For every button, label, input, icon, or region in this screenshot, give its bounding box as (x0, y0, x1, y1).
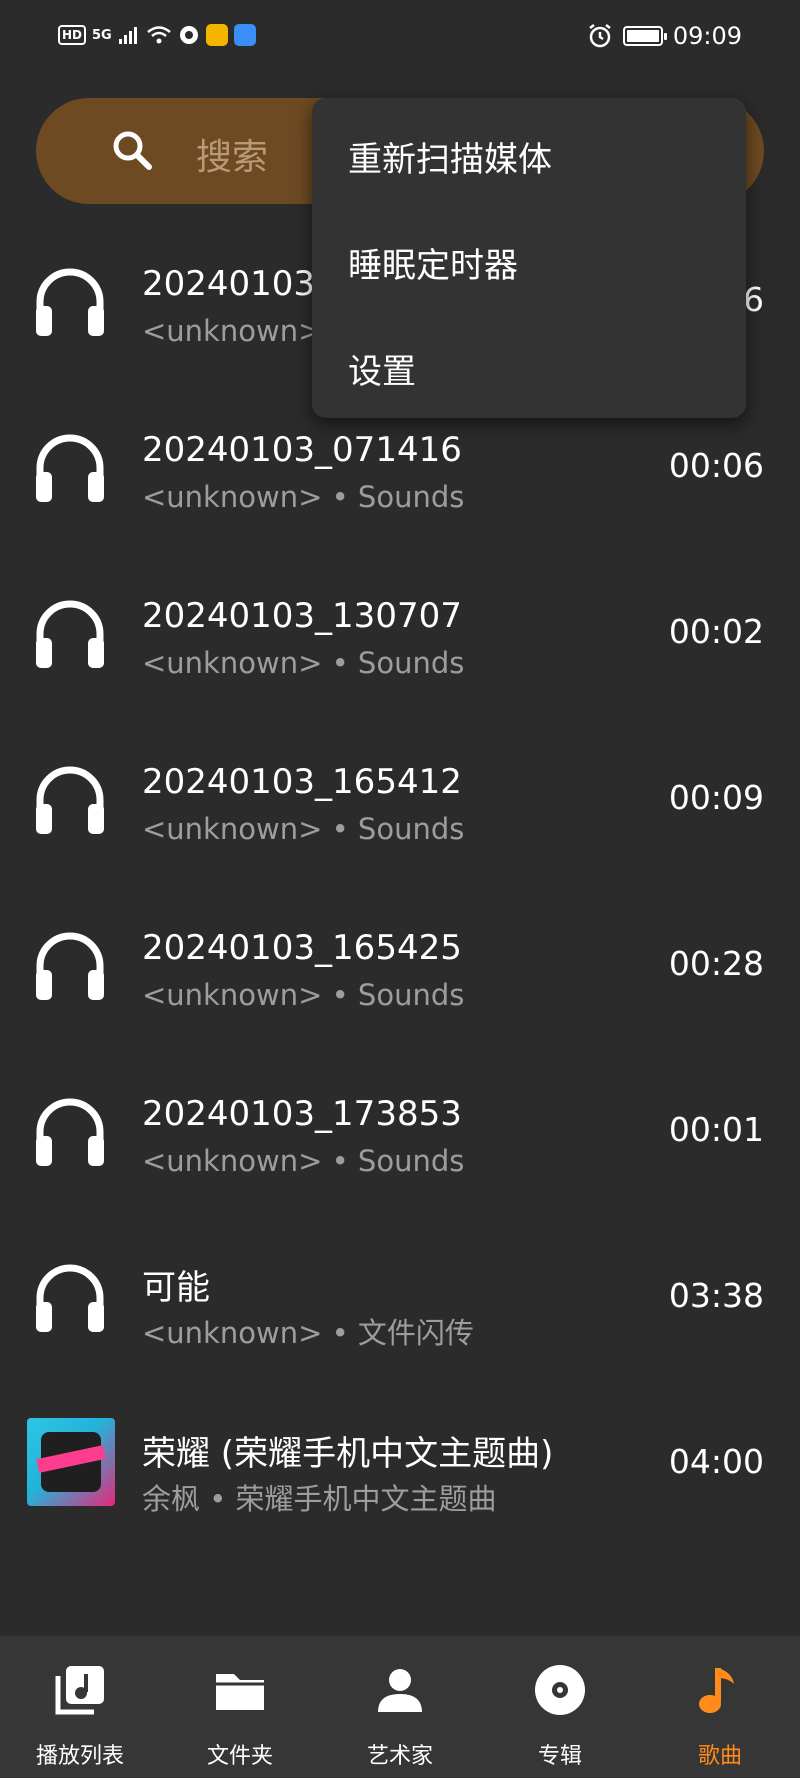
headphones-icon (36, 1264, 104, 1332)
signal-icon (118, 27, 137, 44)
song-title: 20240103_165412 (142, 762, 462, 802)
song-title: 20240103_071416 (142, 430, 462, 470)
menu-item-sleep-timer[interactable]: 睡眠定时器 (348, 238, 518, 287)
nav-item-songs[interactable]: 歌曲 (640, 1636, 800, 1778)
song-duration: 00:06 (668, 446, 764, 485)
alarm-icon (589, 24, 611, 48)
nav-item-playlists[interactable]: 播放列表 (0, 1636, 160, 1778)
song-title: 20240103_173853 (142, 1094, 462, 1134)
song-duration: 04:00 (668, 1442, 764, 1481)
nav-label-artists: 艺术家 (366, 1744, 433, 1769)
headphones-icon (36, 268, 104, 336)
song-subtitle: <unknown> • Sounds (142, 646, 465, 680)
bottom-nav: 播放列表 文件夹 艺术家 专辑 歌曲 (0, 1636, 800, 1778)
headphones-icon (36, 932, 104, 1000)
playlist-icon (55, 1666, 104, 1715)
search-icon[interactable] (110, 128, 154, 172)
song-list: 20240103_ <unknown> • 6 20240103_071416 … (0, 226, 800, 1554)
message-notification-icon (233, 24, 256, 46)
headphones-icon (36, 766, 104, 834)
nav-label-folders: 文件夹 (206, 1744, 273, 1769)
nav-item-folders[interactable]: 文件夹 (160, 1636, 320, 1778)
wifi-icon (146, 26, 171, 44)
song-row[interactable]: 20240103_165425 <unknown> • Sounds 00:28 (0, 890, 800, 1056)
nav-label-songs: 歌曲 (697, 1744, 742, 1769)
folder-icon (216, 1674, 264, 1710)
music-note-icon (699, 1668, 734, 1713)
song-title: 20240103_165425 (142, 928, 462, 968)
network-5g-indicator: 5G (92, 27, 112, 43)
status-time: 09:09 (672, 22, 742, 50)
song-title: 荣耀 (荣耀手机中文主题曲) (142, 1434, 554, 1474)
app-notification-icon (179, 26, 198, 44)
song-subtitle: <unknown> • Sounds (142, 1144, 465, 1178)
song-row[interactable]: 20240103_173853 <unknown> • Sounds 00:01 (0, 1056, 800, 1222)
menu-item-rescan-media[interactable]: 重新扫描媒体 (348, 132, 552, 181)
song-duration: 00:09 (668, 778, 764, 817)
nav-item-albums[interactable]: 专辑 (480, 1636, 640, 1778)
search-placeholder[interactable]: 搜索 (196, 128, 268, 180)
album-icon (535, 1665, 585, 1715)
song-duration: 6 (743, 280, 764, 319)
status-left: HD 5G (58, 24, 256, 46)
song-duration: 03:38 (668, 1276, 764, 1315)
song-duration: 00:01 (668, 1110, 764, 1149)
song-subtitle: <unknown> • Sounds (142, 480, 465, 514)
song-row[interactable]: 20240103_165412 <unknown> • Sounds 00:09 (0, 724, 800, 890)
song-subtitle: <unknown> • 文件闪传 (142, 1316, 474, 1350)
status-bar: HD 5G 09:09 (0, 0, 800, 80)
mail-notification-icon (205, 24, 228, 46)
album-art (27, 1418, 115, 1506)
song-duration: 00:28 (668, 944, 764, 983)
nav-item-artists[interactable]: 艺术家 (320, 1636, 480, 1778)
song-row[interactable]: 荣耀 (荣耀手机中文主题曲) 余枫 • 荣耀手机中文主题曲 04:00 (0, 1388, 800, 1554)
artist-icon (378, 1669, 422, 1712)
hd-indicator: HD (58, 25, 87, 45)
song-row[interactable]: 可能 <unknown> • 文件闪传 03:38 (0, 1222, 800, 1388)
status-right: 09:09 (587, 22, 742, 50)
headphones-icon (36, 600, 104, 668)
song-title: 可能 (142, 1268, 210, 1308)
overflow-menu: 重新扫描媒体 睡眠定时器 设置 (312, 98, 746, 418)
battery-icon (622, 26, 667, 46)
song-row[interactable]: 20240103_130707 <unknown> • Sounds 00:02 (0, 558, 800, 724)
menu-item-settings[interactable]: 设置 (348, 344, 416, 393)
song-subtitle: <unknown> • Sounds (142, 812, 465, 846)
song-subtitle: <unknown> • Sounds (142, 978, 465, 1012)
nav-label-playlists: 播放列表 (35, 1744, 124, 1769)
nav-label-albums: 专辑 (537, 1744, 582, 1769)
song-duration: 00:02 (668, 612, 764, 651)
song-title: 20240103_130707 (142, 596, 462, 636)
headphones-icon (36, 434, 104, 502)
music-app-screen: HD 5G 09:09 搜索 20240103_ <unknown> • 6 2… (0, 0, 800, 1778)
song-subtitle: 余枫 • 荣耀手机中文主题曲 (142, 1482, 497, 1516)
song-title: 20240103_ (142, 264, 333, 304)
headphones-icon (36, 1098, 104, 1166)
